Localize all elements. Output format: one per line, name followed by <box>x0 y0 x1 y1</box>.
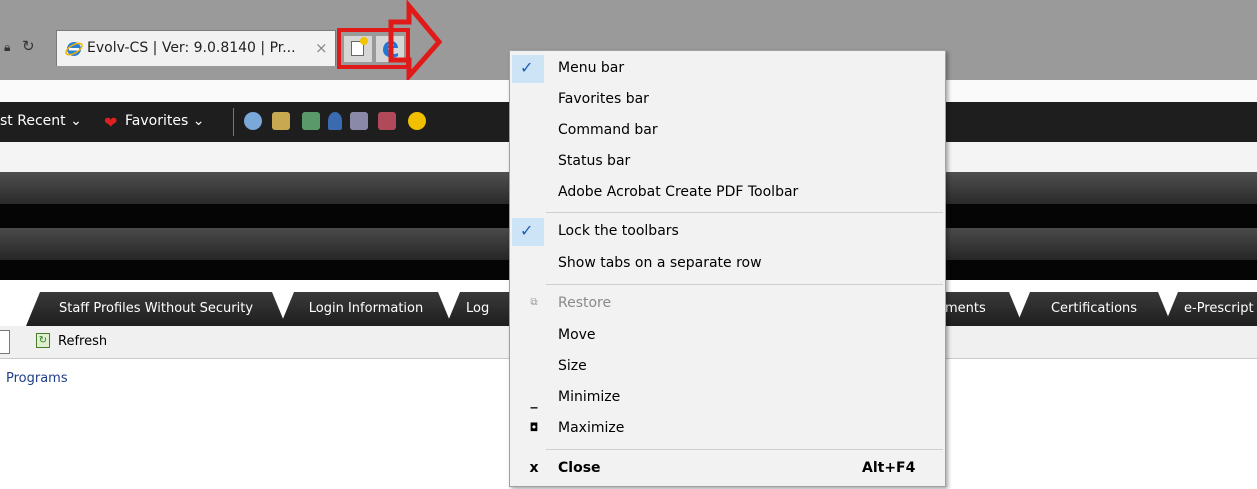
tab-title: Evolv-CS | Ver: 9.0.8140 | Pr... <box>87 40 296 56</box>
heart-icon: ❤ <box>104 113 118 132</box>
programs-link[interactable]: Programs <box>6 371 68 386</box>
menu-item-close[interactable]: x Close Alt+F4 <box>510 454 945 484</box>
menu-item-label: Restore <box>558 295 612 311</box>
minimize-icon: _ <box>530 393 538 409</box>
menu-item-label: Lock the toolbars <box>558 223 679 239</box>
context-menu: ✓ Menu bar Favorites bar Command bar Sta… <box>509 50 946 487</box>
most-recent-dropdown[interactable]: st Recent ⌄ <box>0 113 82 129</box>
menu-item-label: Maximize <box>558 420 625 436</box>
close-icon: x <box>529 460 539 476</box>
menu-item-move[interactable]: Move <box>510 321 945 351</box>
menu-item-menu-bar[interactable]: ✓ Menu bar <box>510 54 945 84</box>
toolbar-edge <box>0 330 10 354</box>
refresh-button[interactable]: ↻ Refresh <box>30 329 120 355</box>
menu-item-tabs-separate-row[interactable]: Show tabs on a separate row <box>510 249 945 279</box>
menu-item-label: Size <box>558 358 587 374</box>
menu-separator <box>546 449 943 450</box>
checkmark-icon: ✓ <box>520 221 534 240</box>
refresh-label: Refresh <box>58 334 108 349</box>
menu-item-adobe-toolbar[interactable]: Adobe Acrobat Create PDF Toolbar <box>510 178 945 208</box>
restore-icon: ⧉ <box>530 297 538 308</box>
menu-item-label: Minimize <box>558 389 621 405</box>
menu-separator <box>546 284 943 285</box>
menu-item-command-bar[interactable]: Command bar <box>510 116 945 146</box>
shortcut-label: Alt+F4 <box>862 460 916 476</box>
maximize-icon: ◘ <box>529 421 539 434</box>
refresh-icon: ↻ <box>36 333 50 348</box>
internet-explorer-icon <box>65 42 83 56</box>
favorites-dropdown[interactable]: Favorites ⌄ <box>125 113 204 129</box>
menu-item-label: Show tabs on a separate row <box>558 255 762 271</box>
menu-item-label: Close <box>558 460 601 476</box>
alert-shortcut-icon[interactable] <box>408 112 426 130</box>
tab-certifications[interactable]: Certifications <box>1016 292 1172 326</box>
red-arrow-icon <box>388 0 443 80</box>
menu-item-maximize[interactable]: ◘ Maximize <box>510 414 945 444</box>
tab-close-icon[interactable]: × <box>315 39 328 57</box>
menu-item-minimize[interactable]: _ Minimize <box>510 383 945 413</box>
browser-tab[interactable]: Evolv-CS | Ver: 9.0.8140 | Pr... × <box>56 30 336 66</box>
notes-shortcut-icon[interactable] <box>272 112 290 130</box>
menu-item-label: Command bar <box>558 122 658 138</box>
menu-item-label: Move <box>558 327 596 343</box>
menu-item-size[interactable]: Size <box>510 352 945 382</box>
report-shortcut-icon[interactable] <box>302 112 320 130</box>
tab-e-prescribing[interactable]: e-Prescript <box>1164 292 1257 326</box>
menu-item-status-bar[interactable]: Status bar <box>510 147 945 177</box>
menu-separator <box>546 212 943 213</box>
menu-item-label: Favorites bar <box>558 91 649 107</box>
menu-item-restore: ⧉ Restore <box>510 289 945 319</box>
menu-item-label: Adobe Acrobat Create PDF Toolbar <box>558 184 799 200</box>
binoculars-shortcut-icon[interactable] <box>350 112 368 130</box>
checkmark-icon: ✓ <box>520 58 534 77</box>
globe-shortcut-icon[interactable] <box>244 112 262 130</box>
lock-icon: 🔒︎ <box>4 40 11 54</box>
menu-item-label: Menu bar <box>558 60 625 76</box>
menu-item-favorites-bar[interactable]: Favorites bar <box>510 85 945 115</box>
menu-item-label: Status bar <box>558 153 631 169</box>
divider <box>233 108 234 136</box>
tab-login-information[interactable]: Login Information <box>280 292 452 326</box>
tab-staff-profiles[interactable]: Staff Profiles Without Security <box>26 292 286 326</box>
refresh-icon[interactable]: ↻ <box>22 38 38 54</box>
chart-shortcut-icon[interactable] <box>378 112 396 130</box>
menu-item-lock-toolbars[interactable]: ✓ Lock the toolbars <box>510 217 945 247</box>
person-shortcut-icon[interactable] <box>328 112 342 130</box>
